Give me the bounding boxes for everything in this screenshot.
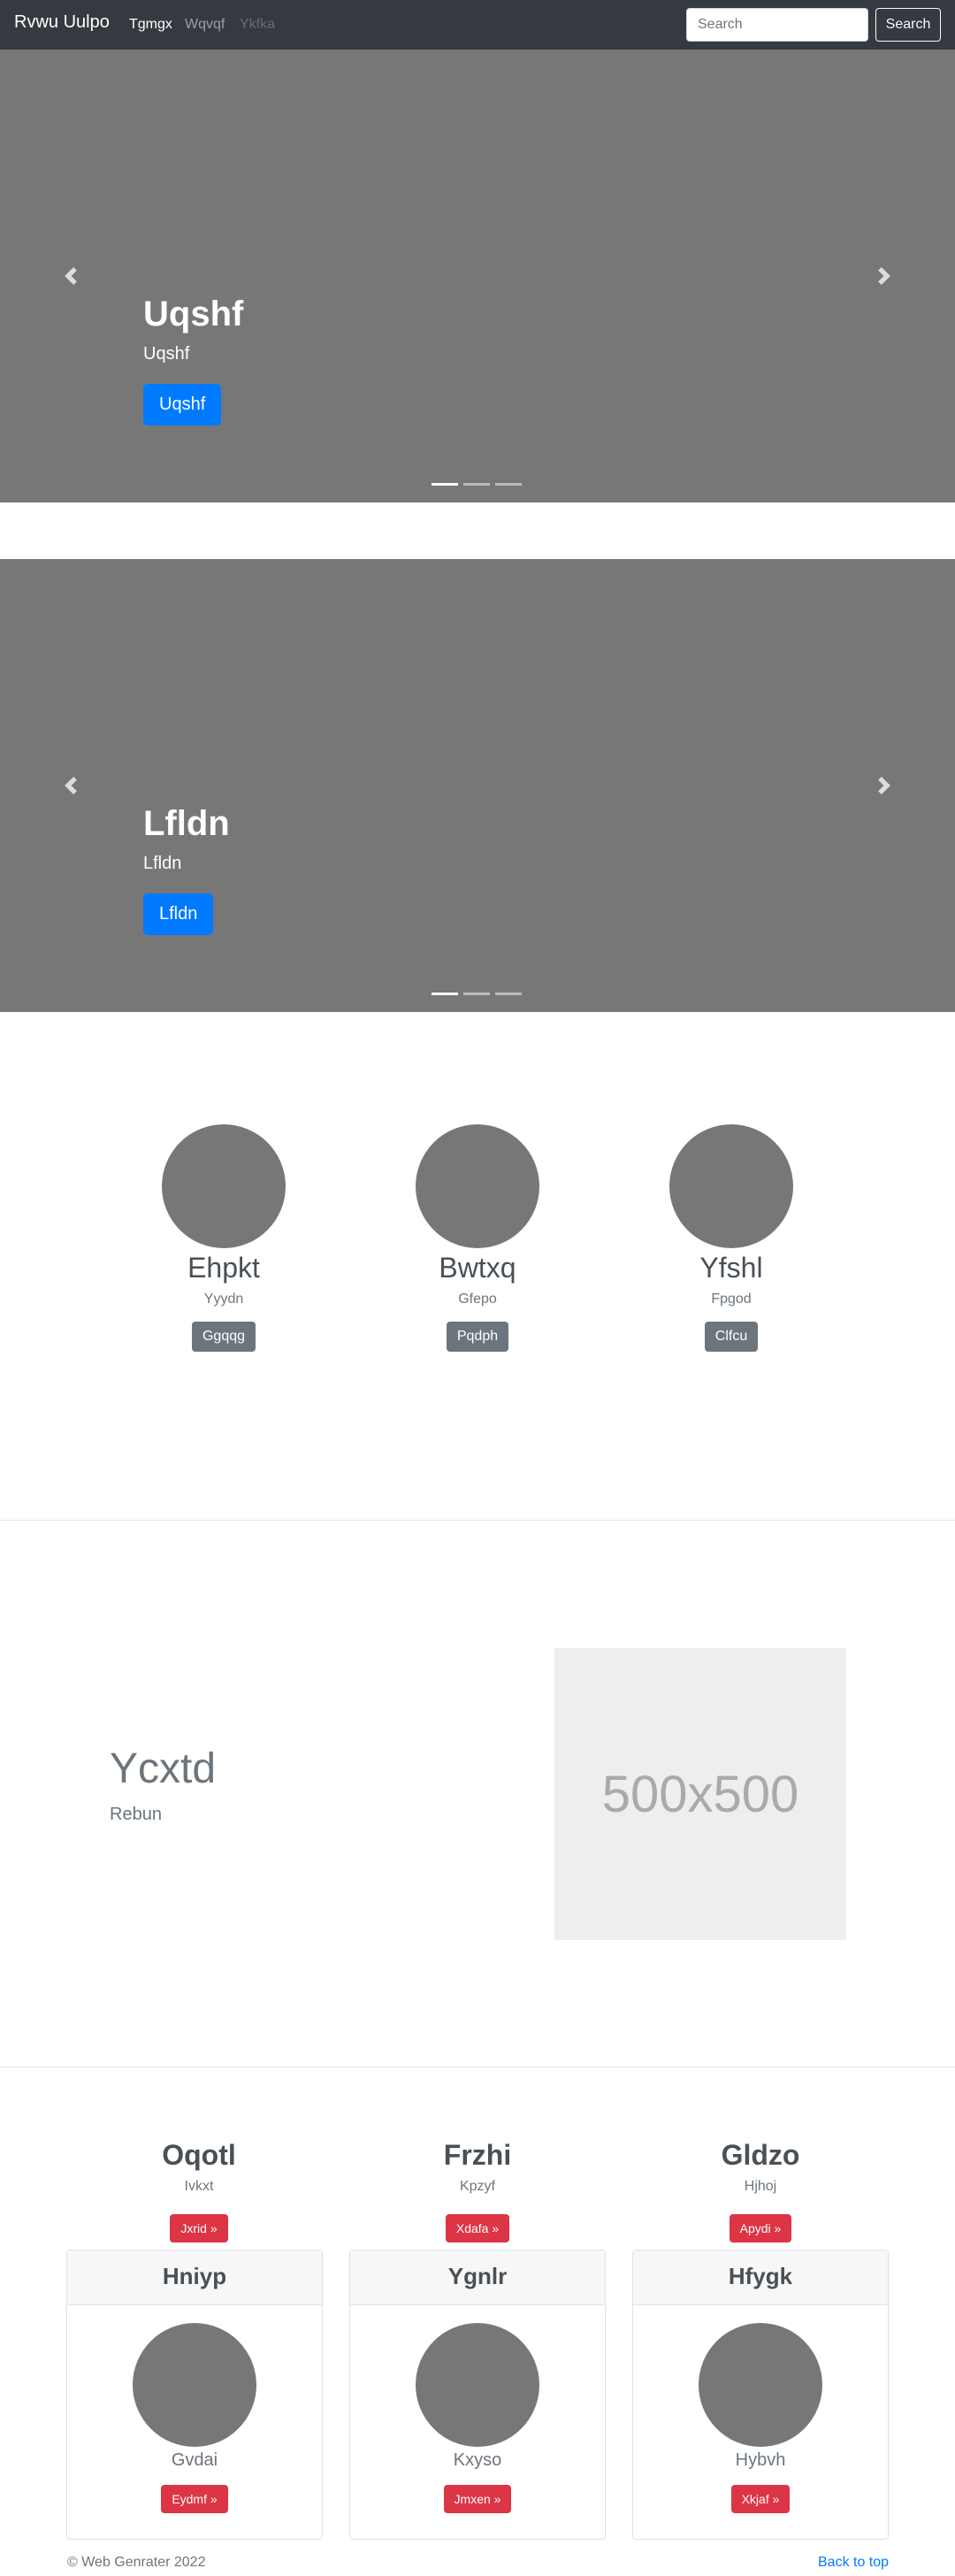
card-text: Gvdai	[171, 2450, 218, 2470]
carousel-indicator[interactable]	[463, 993, 490, 995]
carousel-next-button[interactable]	[814, 50, 955, 502]
card-body: Kxyso Jmxen »	[350, 2305, 605, 2513]
circle-column: Ehpkt Yyydn Ggqqg	[96, 1124, 352, 1352]
carousel-cta-button[interactable]: Lfldn	[143, 893, 214, 935]
card-button[interactable]: Eydmf »	[161, 2485, 228, 2513]
circle-column-title: Bwtxq	[439, 1252, 516, 1284]
card-header: Hniyp	[67, 2250, 322, 2305]
circle-column: Bwtxq Gfepo Pqdph	[349, 1124, 606, 1352]
circle-column-desc: Fpgod	[711, 1292, 752, 1307]
carousel-1: Uqshf Uqshf Uqshf	[0, 50, 955, 502]
carousel-indicator[interactable]	[463, 483, 490, 486]
chevron-left-icon	[65, 267, 77, 285]
feature-heading: Ycxtd	[110, 1745, 217, 1792]
circle-column-desc: Yyydn	[203, 1292, 244, 1307]
section-divider	[0, 2066, 955, 2067]
navbar: Rvwu Uulpo Tgmgx Wqvqf Ykfka Search	[0, 0, 955, 50]
circle-column-title: Yfshl	[699, 1252, 763, 1284]
carousel-indicators	[432, 483, 522, 486]
placeholder-circle-image	[133, 2323, 256, 2447]
carousel-subtitle: Uqshf	[143, 344, 190, 364]
text-column-title: Gldzo	[721, 2139, 800, 2171]
search-input[interactable]	[686, 8, 868, 42]
card-header: Hfygk	[633, 2250, 888, 2305]
text-column-desc: Ivkxt	[184, 2179, 214, 2194]
feature-subheading: Rebun	[110, 1805, 162, 1824]
placeholder-circle-image	[162, 1124, 286, 1248]
circle-column-button[interactable]: Pqdph	[446, 1322, 509, 1352]
circle-column: Yfshl Fpgod Clfcu	[603, 1124, 860, 1352]
feature-image-label: 500x500	[601, 1765, 799, 1823]
card-text: Kxyso	[453, 2450, 502, 2470]
carousel-next-button[interactable]	[814, 559, 955, 1012]
card-body: Gvdai Eydmf »	[67, 2305, 322, 2513]
carousel-indicator[interactable]	[495, 483, 522, 486]
card: Hfygk Hybvh Xkjaf »	[632, 2250, 889, 2540]
placeholder-circle-image	[416, 2323, 539, 2447]
chevron-right-icon	[878, 777, 890, 794]
card-body: Hybvh Xkjaf »	[633, 2305, 888, 2513]
card-button[interactable]: Xkjaf »	[730, 2485, 791, 2513]
carousel-indicator[interactable]	[495, 993, 522, 995]
footer-copyright: © Web Genrater 2022	[67, 2555, 206, 2570]
placeholder-circle-image	[669, 1124, 793, 1248]
card-button[interactable]: Jmxen »	[443, 2485, 512, 2513]
text-column: Frzhi Kpzyf Xdafa »	[345, 2139, 610, 2242]
text-column: Oqotl Ivkxt Jxrid »	[66, 2139, 332, 2242]
circle-column-button[interactable]: Clfcu	[704, 1322, 759, 1352]
carousel-indicator[interactable]	[432, 483, 458, 486]
card-header: Ygnlr	[350, 2250, 605, 2305]
back-to-top-link[interactable]: Back to top	[818, 2555, 889, 2571]
placeholder-circle-image	[416, 1124, 539, 1248]
nav-link-wqvqf[interactable]: Wqvqf	[185, 17, 225, 33]
text-column-button[interactable]: Jxrid »	[170, 2214, 228, 2242]
placeholder-circle-image	[699, 2323, 822, 2447]
chevron-right-icon	[878, 267, 890, 285]
carousel-indicator[interactable]	[432, 993, 458, 995]
text-column-button[interactable]: Xdafa »	[445, 2214, 510, 2242]
nav-link-ykfka: Ykfka	[240, 17, 276, 32]
navbar-brand[interactable]: Rvwu Uulpo	[14, 12, 110, 33]
text-column-title: Frzhi	[443, 2139, 512, 2171]
chevron-left-icon	[65, 777, 77, 794]
circle-column-title: Ehpkt	[187, 1252, 260, 1284]
carousel-title: Lfldn	[143, 804, 230, 843]
circle-column-desc: Gfepo	[458, 1292, 497, 1307]
feature-placeholder-image: 500x500	[554, 1648, 846, 1940]
carousel-caption: Uqshf Uqshf Uqshf	[143, 293, 243, 426]
text-column-button[interactable]: Apydi »	[729, 2214, 792, 2242]
carousel-cta-button[interactable]: Uqshf	[143, 384, 222, 426]
text-column-title: Oqotl	[162, 2139, 236, 2171]
carousel-title: Uqshf	[143, 295, 244, 334]
text-column-desc: Hjhoj	[744, 2179, 777, 2194]
text-column: Gldzo Hjhoj Apydi »	[628, 2139, 893, 2242]
card: Hniyp Gvdai Eydmf »	[66, 2250, 323, 2540]
nav-link-tgmgx[interactable]: Tgmgx	[129, 17, 172, 33]
section-divider	[0, 1520, 955, 1521]
text-column-desc: Kpzyf	[459, 2179, 495, 2194]
card: Ygnlr Kxyso Jmxen »	[349, 2250, 606, 2540]
carousel-2: Lfldn Lfldn Lfldn	[0, 559, 955, 1012]
carousel-prev-button[interactable]	[0, 50, 141, 502]
circle-column-button[interactable]: Ggqqg	[191, 1322, 256, 1352]
card-text: Hybvh	[735, 2450, 786, 2470]
carousel-caption: Lfldn Lfldn Lfldn	[143, 802, 230, 935]
carousel-prev-button[interactable]	[0, 559, 141, 1012]
carousel-subtitle: Lfldn	[143, 854, 182, 873]
search-button[interactable]: Search	[875, 8, 941, 42]
carousel-indicators	[432, 993, 522, 995]
